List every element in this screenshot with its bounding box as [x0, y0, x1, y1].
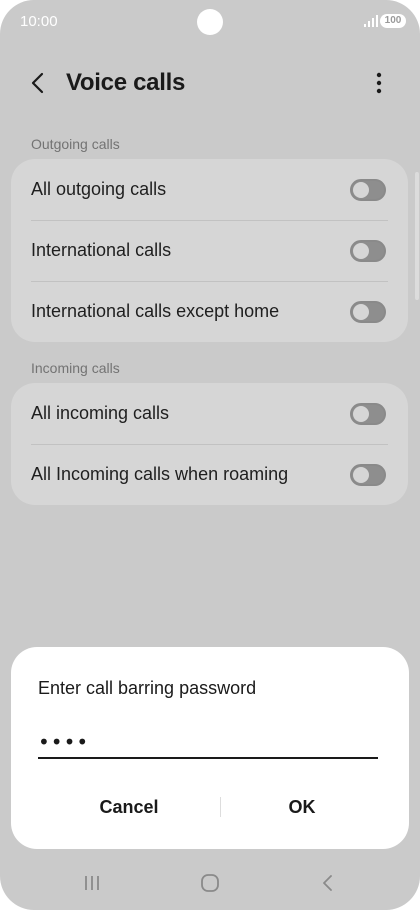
- setting-row-all-incoming[interactable]: All incoming calls: [11, 383, 408, 444]
- toggle-knob: [353, 466, 369, 483]
- battery-level: 100: [384, 15, 402, 26]
- navigation-bar: [0, 860, 420, 906]
- password-input[interactable]: [38, 727, 378, 759]
- section-header-incoming: Incoming calls: [31, 360, 120, 376]
- setting-row-all-outgoing[interactable]: All outgoing calls: [11, 159, 408, 220]
- dialog-title: Enter call barring password: [38, 678, 257, 698]
- setting-label: All Incoming calls when roaming: [31, 464, 289, 484]
- more-vertical-icon[interactable]: [368, 70, 390, 96]
- status-time: 10:00: [20, 13, 58, 30]
- toggle-knob: [353, 181, 369, 198]
- recents-icon[interactable]: [80, 872, 104, 894]
- front-camera: [197, 9, 223, 35]
- incoming-calls-card: All incoming calls All Incoming calls wh…: [11, 383, 408, 505]
- back-icon[interactable]: [316, 872, 340, 894]
- toggle-switch[interactable]: [350, 178, 386, 201]
- page-title: Voice calls: [66, 69, 185, 96]
- setting-label: All incoming calls: [31, 403, 170, 423]
- outgoing-calls-card: All outgoing calls International calls I…: [11, 159, 408, 342]
- signal-icon: [364, 15, 378, 27]
- scrollbar[interactable]: [415, 172, 419, 300]
- setting-row-incoming-roaming[interactable]: All Incoming calls when roaming: [11, 444, 408, 505]
- battery-icon: 100: [380, 14, 406, 28]
- setting-row-international[interactable]: International calls: [11, 220, 408, 281]
- button-divider: [220, 797, 221, 817]
- toggle-knob: [353, 242, 369, 259]
- status-bar: 10:00 100: [0, 0, 420, 44]
- section-header-outgoing: Outgoing calls: [31, 136, 120, 152]
- setting-label: All outgoing calls: [31, 179, 167, 199]
- ok-button[interactable]: OK: [232, 795, 372, 819]
- toggle-switch[interactable]: [350, 239, 386, 262]
- home-icon[interactable]: [198, 872, 222, 894]
- setting-label: International calls except home: [31, 301, 280, 321]
- toggle-knob: [353, 405, 369, 422]
- chevron-left-icon[interactable]: [28, 70, 50, 96]
- toggle-switch[interactable]: [350, 300, 386, 323]
- toggle-switch[interactable]: [350, 402, 386, 425]
- toggle-knob: [353, 303, 369, 320]
- password-dialog: Enter call barring password Cancel OK: [11, 647, 409, 849]
- app-bar: Voice calls: [0, 58, 420, 108]
- phone-screen: 10:00 100 Voice calls Outgoing calls All…: [0, 0, 420, 910]
- cancel-button[interactable]: Cancel: [59, 795, 199, 819]
- toggle-switch[interactable]: [350, 463, 386, 486]
- setting-label: International calls: [31, 240, 172, 260]
- setting-row-international-except-home[interactable]: International calls except home: [11, 281, 408, 342]
